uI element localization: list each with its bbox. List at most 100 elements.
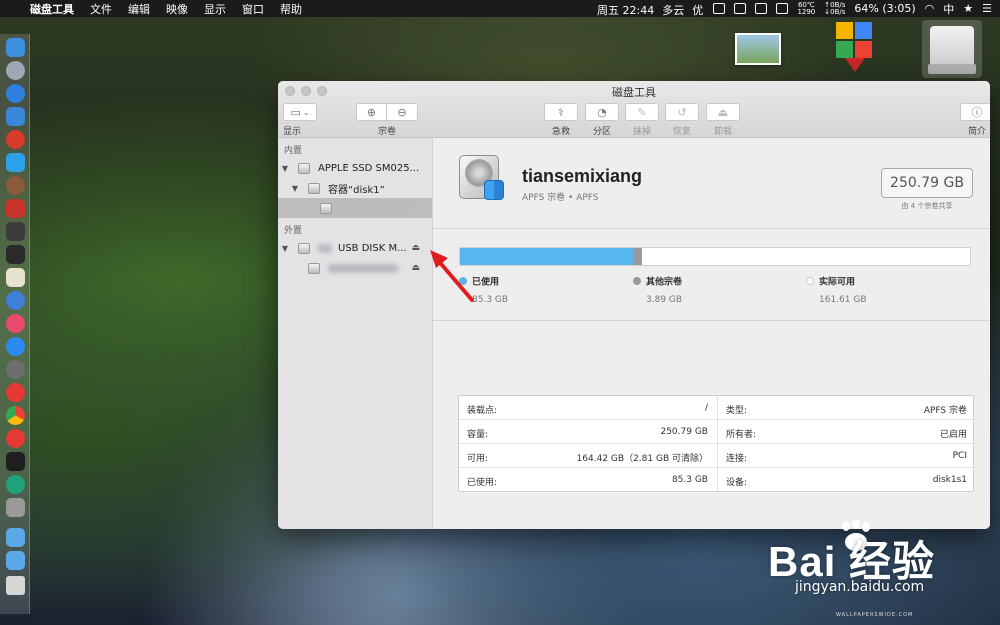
add-volume-button[interactable]: ⊕ xyxy=(356,103,387,121)
partition-button[interactable]: ◔ xyxy=(585,103,619,121)
status-app-icon[interactable] xyxy=(713,3,726,14)
safari-icon[interactable] xyxy=(6,84,25,103)
network-speed-readout[interactable]: ↑0B/s ↓0B/s xyxy=(824,1,845,16)
app-icon[interactable] xyxy=(6,153,25,172)
app-icon[interactable] xyxy=(6,475,25,494)
view-button[interactable]: ▭ ⌄ xyxy=(283,103,317,121)
menu-file[interactable]: 文件 xyxy=(90,1,112,17)
input-method-indicator[interactable]: 中 xyxy=(943,1,954,17)
wifi-icon[interactable]: ◠ xyxy=(925,2,935,15)
app-menu[interactable]: 磁盘工具 xyxy=(30,1,74,17)
menu-edit[interactable]: 编辑 xyxy=(128,1,150,17)
erase-label: 抹掉 xyxy=(632,127,651,137)
info-icon: ⓘ xyxy=(971,106,983,119)
sidebar-item-volume-selected[interactable] xyxy=(278,198,432,218)
menu-help[interactable]: 帮助 xyxy=(280,1,302,17)
volume-icon xyxy=(308,262,320,274)
notification-center-icon[interactable]: ☰ xyxy=(982,2,992,15)
contacts-icon[interactable] xyxy=(6,107,25,126)
app-icon[interactable] xyxy=(6,199,25,218)
app-icon[interactable] xyxy=(6,130,25,149)
sidebar-item-internal-disk[interactable]: ▼ APPLE SSD SM025... xyxy=(278,158,432,178)
chrome-icon[interactable] xyxy=(6,406,25,425)
info-row-capacity: 容量: 250.79 GB xyxy=(459,420,717,444)
sidebar: 内置 ▼ APPLE SSD SM025... ▼ 容器“disk1” 外置 ▼… xyxy=(278,138,433,529)
partition-label: 分区 xyxy=(592,127,611,137)
app-icon[interactable] xyxy=(6,176,25,195)
yandex-browser-icon[interactable] xyxy=(6,383,25,402)
folder-icon[interactable] xyxy=(6,528,25,547)
disclosure-triangle-icon[interactable]: ▼ xyxy=(280,244,290,253)
air-quality[interactable]: 优 xyxy=(692,2,703,18)
info-row-type: 类型: APFS 宗卷 xyxy=(718,396,976,420)
app-icon[interactable] xyxy=(6,268,25,287)
desktop-app-icon[interactable] xyxy=(836,22,874,72)
restore-control: ↺ 恢复 xyxy=(665,103,699,137)
sidebar-item-label: USB DISK M... xyxy=(338,242,407,254)
disk-utility-icon[interactable] xyxy=(6,498,25,517)
app-icon[interactable] xyxy=(6,222,25,241)
disk-icon xyxy=(308,182,320,194)
first-aid-button[interactable]: ⚕ xyxy=(544,103,578,121)
erase-button[interactable]: ✎ xyxy=(625,103,659,121)
remove-volume-button[interactable]: ⊖ xyxy=(387,103,418,121)
other-dot-icon xyxy=(633,277,641,285)
first-aid-label: 急救 xyxy=(551,127,570,137)
menu-window[interactable]: 窗口 xyxy=(242,1,264,17)
terminal-icon[interactable] xyxy=(6,245,25,264)
weather[interactable]: 多云 xyxy=(662,2,684,18)
trash-icon[interactable] xyxy=(6,576,25,595)
usage-bar-other xyxy=(633,248,642,265)
disclosure-triangle-icon[interactable]: ▼ xyxy=(290,184,300,193)
disclosure-triangle-icon[interactable]: ▼ xyxy=(280,164,290,173)
launchpad-icon[interactable] xyxy=(6,61,25,80)
restore-label: 恢复 xyxy=(672,127,691,137)
info-button[interactable]: ⓘ xyxy=(960,103,990,121)
volume-icon xyxy=(320,202,332,214)
divider xyxy=(433,320,990,321)
unmount-button[interactable]: ⏏ xyxy=(706,103,740,121)
status-app-icon[interactable] xyxy=(755,3,768,14)
external-drive-desktop-icon[interactable] xyxy=(922,20,982,78)
eject-icon[interactable]: ⏏ xyxy=(411,243,420,253)
app-icon[interactable] xyxy=(6,291,25,310)
search-icon[interactable]: ★ xyxy=(963,2,973,15)
divider xyxy=(433,228,990,229)
system-preferences-icon[interactable] xyxy=(6,360,25,379)
info-column-right: 类型: APFS 宗卷 所有者: 已启用 连接: PCI 设备: disk1s1 xyxy=(718,396,976,492)
legend-free: 实际可用 161.61 GB xyxy=(806,274,867,305)
disk-icon xyxy=(298,162,310,174)
folder-icon[interactable] xyxy=(6,551,25,570)
window-title: 磁盘工具 xyxy=(612,86,656,99)
capacity-note: 由 4 个宗卷共享 xyxy=(901,202,953,210)
app-store-icon[interactable] xyxy=(6,337,25,356)
music-icon[interactable] xyxy=(6,314,25,333)
restore-button[interactable]: ↺ xyxy=(665,103,699,121)
sidebar-item-usb-disk[interactable]: ▼ USB DISK M... ⏏ xyxy=(278,238,432,258)
sidebar-item-container[interactable]: ▼ 容器“disk1” xyxy=(278,178,432,198)
temperature-readout[interactable]: 60℃ 1290 xyxy=(797,1,815,16)
sidebar-header-internal: 内置 xyxy=(284,146,303,156)
clock[interactable]: 周五 22:44 xyxy=(597,2,654,18)
menu-view[interactable]: 显示 xyxy=(204,1,226,17)
netease-music-icon[interactable] xyxy=(6,429,25,448)
eject-icon[interactable]: ⏏ xyxy=(411,263,420,273)
battery-status[interactable]: 64% (3:05) xyxy=(854,2,915,15)
info-row-used: 已使用: 85.3 GB xyxy=(467,475,708,488)
status-app-icon[interactable] xyxy=(734,3,747,14)
partition-control: ◔ 分区 xyxy=(585,103,619,137)
sidebar-item-label: APPLE SSD SM025... xyxy=(318,162,420,174)
monitor-icon[interactable] xyxy=(776,3,789,14)
app-icon[interactable] xyxy=(6,452,25,471)
blurred-label xyxy=(340,203,410,213)
dock xyxy=(0,34,30,614)
legend-value: 161.61 GB xyxy=(819,294,867,305)
info-row-connection: 连接: PCI xyxy=(718,444,976,468)
menu-image[interactable]: 映像 xyxy=(166,1,188,17)
sidebar-header-external: 外置 xyxy=(284,226,303,236)
sidebar-item-usb-volume[interactable]: ⏏ xyxy=(278,258,432,278)
sidebar-item-label: 容器“disk1” xyxy=(328,184,385,196)
finder-icon[interactable] xyxy=(6,38,25,57)
desktop-photo-icon[interactable] xyxy=(735,33,781,65)
unmount-label: 卸载 xyxy=(713,127,732,137)
